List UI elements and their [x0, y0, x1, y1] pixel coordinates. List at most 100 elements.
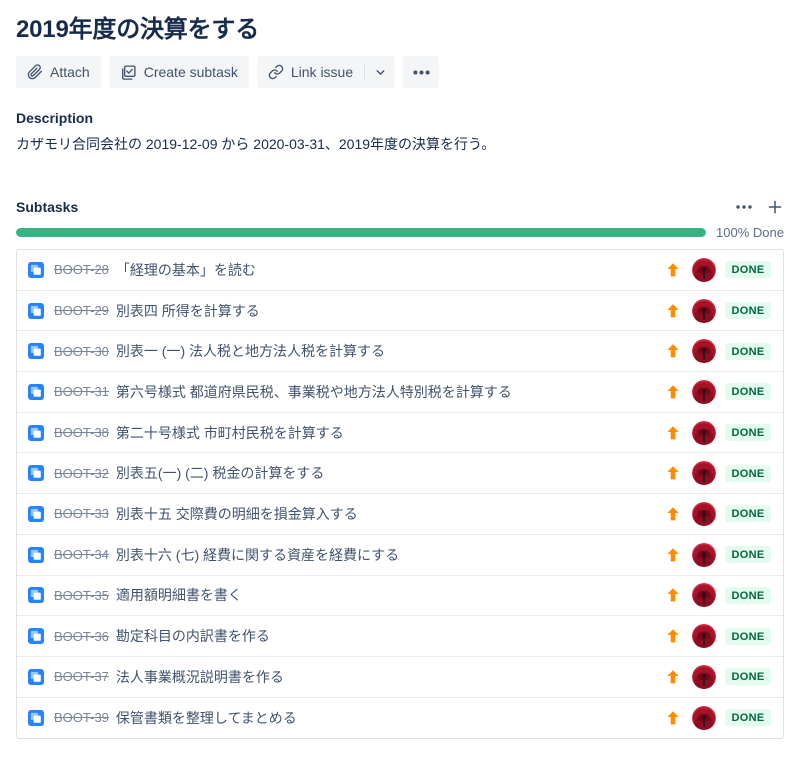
subtasks-more-options-button[interactable]: [736, 205, 752, 209]
table-row[interactable]: BOOT-38 第二十号様式 市町村民税を計算する: [17, 413, 783, 454]
subtask-key[interactable]: BOOT-39: [54, 710, 109, 725]
table-row[interactable]: BOOT-33 別表十五 交際費の明細を損金算入する: [17, 494, 783, 535]
status-badge[interactable]: DONE: [725, 587, 771, 604]
subtask-summary[interactable]: 「経理の基本」を読む: [116, 260, 650, 280]
subtask-summary[interactable]: 第六号様式 都道府県民税、事業税や地方法人特別税を計算する: [116, 382, 650, 402]
subtask-key[interactable]: BOOT-29: [54, 303, 109, 318]
subtask-key[interactable]: BOOT-37: [54, 669, 109, 684]
description-body[interactable]: カザモリ合同会社の 2019-12-09 から 2020-03-31、2019年…: [16, 134, 784, 154]
table-row[interactable]: BOOT-35 適用額明細書を書く: [17, 576, 783, 617]
avatar[interactable]: [692, 461, 716, 485]
subtask-summary[interactable]: 別表四 所得を計算する: [116, 301, 650, 321]
subtask-meta: DONE: [658, 461, 771, 485]
subtask-summary[interactable]: 別表一 (一) 法人税と地方法人税を計算する: [116, 341, 650, 361]
subtask-key[interactable]: BOOT-35: [54, 588, 109, 603]
status-badge[interactable]: DONE: [725, 261, 771, 278]
subtask-type-icon: [28, 303, 44, 319]
subtask-summary[interactable]: 法人事業概況説明書を作る: [116, 667, 650, 687]
avatar[interactable]: [692, 258, 716, 282]
subtask-summary[interactable]: 第二十号様式 市町村民税を計算する: [116, 423, 650, 443]
table-row[interactable]: BOOT-30 別表一 (一) 法人税と地方法人税を計算する: [17, 331, 783, 372]
subtask-key[interactable]: BOOT-34: [54, 547, 109, 562]
link-issue-button-label: Link issue: [291, 64, 353, 80]
subtask-summary[interactable]: 適用額明細書を書く: [116, 585, 650, 605]
avatar[interactable]: [692, 380, 716, 404]
status-badge[interactable]: DONE: [725, 709, 771, 726]
subtask-key[interactable]: BOOT-28: [54, 262, 109, 277]
table-row[interactable]: BOOT-39 保管書類を整理してまとめる: [17, 698, 783, 739]
status-badge[interactable]: DONE: [725, 424, 771, 441]
subtask-type-icon: [28, 669, 44, 685]
subtask-key[interactable]: BOOT-31: [54, 384, 109, 399]
attach-button-label: Attach: [50, 64, 90, 80]
avatar[interactable]: [692, 706, 716, 730]
subtask-meta: DONE: [658, 706, 771, 730]
priority-high-icon: [658, 710, 688, 726]
more-actions-button[interactable]: [403, 56, 439, 88]
subtask-key[interactable]: BOOT-33: [54, 506, 109, 521]
avatar[interactable]: [692, 583, 716, 607]
subtask-summary[interactable]: 勘定科目の内訳書を作る: [116, 626, 650, 646]
priority-high-icon: [658, 425, 688, 441]
priority-high-icon: [658, 343, 688, 359]
status-badge[interactable]: DONE: [725, 628, 771, 645]
subtask-summary[interactable]: 別表十五 交際費の明細を損金算入する: [116, 504, 650, 524]
subtask-summary[interactable]: 別表十六 (七) 経費に関する資産を経費にする: [116, 545, 650, 565]
subtask-type-icon: [28, 262, 44, 278]
attach-button[interactable]: Attach: [16, 56, 101, 88]
avatar[interactable]: [692, 502, 716, 526]
avatar[interactable]: [692, 665, 716, 689]
subtask-meta: DONE: [658, 339, 771, 363]
subtask-summary[interactable]: 別表五(一) (二) 税金の計算をする: [116, 463, 650, 483]
subtask-key[interactable]: BOOT-36: [54, 629, 109, 644]
subtask-meta: DONE: [658, 421, 771, 445]
subtask-meta: DONE: [658, 299, 771, 323]
issue-page: 2019年度の決算をする Attach Create subtask: [0, 0, 800, 739]
link-issue-split-button: Link issue: [257, 56, 395, 88]
status-badge[interactable]: DONE: [725, 343, 771, 360]
link-issue-dropdown-button[interactable]: [365, 56, 395, 88]
ellipsis-icon: [413, 70, 430, 75]
table-row[interactable]: BOOT-31 第六号様式 都道府県民税、事業税や地方法人特別税を計算する: [17, 372, 783, 413]
subtasks-section: Subtasks: [16, 198, 784, 739]
subtask-meta: DONE: [658, 583, 771, 607]
table-row[interactable]: BOOT-29 別表四 所得を計算する: [17, 291, 783, 332]
avatar[interactable]: [692, 299, 716, 323]
status-badge[interactable]: DONE: [725, 302, 771, 319]
subtask-meta: DONE: [658, 502, 771, 526]
subtasks-header: Subtasks: [16, 198, 784, 216]
status-badge[interactable]: DONE: [725, 668, 771, 685]
subtasks-progress: 100% Done: [16, 225, 784, 240]
table-row[interactable]: BOOT-36 勘定科目の内訳書を作る: [17, 616, 783, 657]
ellipsis-icon: [736, 205, 752, 209]
table-row[interactable]: BOOT-34 別表十六 (七) 経費に関する資産を経費にする: [17, 535, 783, 576]
subtask-type-icon: [28, 710, 44, 726]
subtask-type-icon: [28, 628, 44, 644]
subtask-key[interactable]: BOOT-30: [54, 344, 109, 359]
create-subtask-button-label: Create subtask: [144, 64, 238, 80]
status-badge[interactable]: DONE: [725, 465, 771, 482]
subtask-key[interactable]: BOOT-32: [54, 466, 109, 481]
progress-track: [16, 228, 706, 237]
page-title: 2019年度の決算をする: [16, 14, 784, 46]
link-icon: [268, 64, 284, 80]
subtask-summary[interactable]: 保管書類を整理してまとめる: [116, 708, 650, 728]
avatar[interactable]: [692, 543, 716, 567]
add-subtask-button[interactable]: [766, 198, 784, 216]
create-subtask-button[interactable]: Create subtask: [109, 56, 249, 88]
status-badge[interactable]: DONE: [725, 505, 771, 522]
avatar[interactable]: [692, 421, 716, 445]
table-row[interactable]: BOOT-32 別表五(一) (二) 税金の計算をする: [17, 453, 783, 494]
subtask-type-icon: [28, 425, 44, 441]
subtask-key[interactable]: BOOT-38: [54, 425, 109, 440]
subtasks-header-actions: [736, 198, 784, 216]
table-row[interactable]: BOOT-37 法人事業概況説明書を作る: [17, 657, 783, 698]
link-issue-button[interactable]: Link issue: [257, 56, 364, 88]
status-badge[interactable]: DONE: [725, 546, 771, 563]
subtask-checkbox-icon: [120, 64, 137, 81]
avatar[interactable]: [692, 624, 716, 648]
avatar[interactable]: [692, 339, 716, 363]
status-badge[interactable]: DONE: [725, 383, 771, 400]
table-row[interactable]: BOOT-28 「経理の基本」を読む: [17, 250, 783, 291]
subtask-type-icon: [28, 587, 44, 603]
